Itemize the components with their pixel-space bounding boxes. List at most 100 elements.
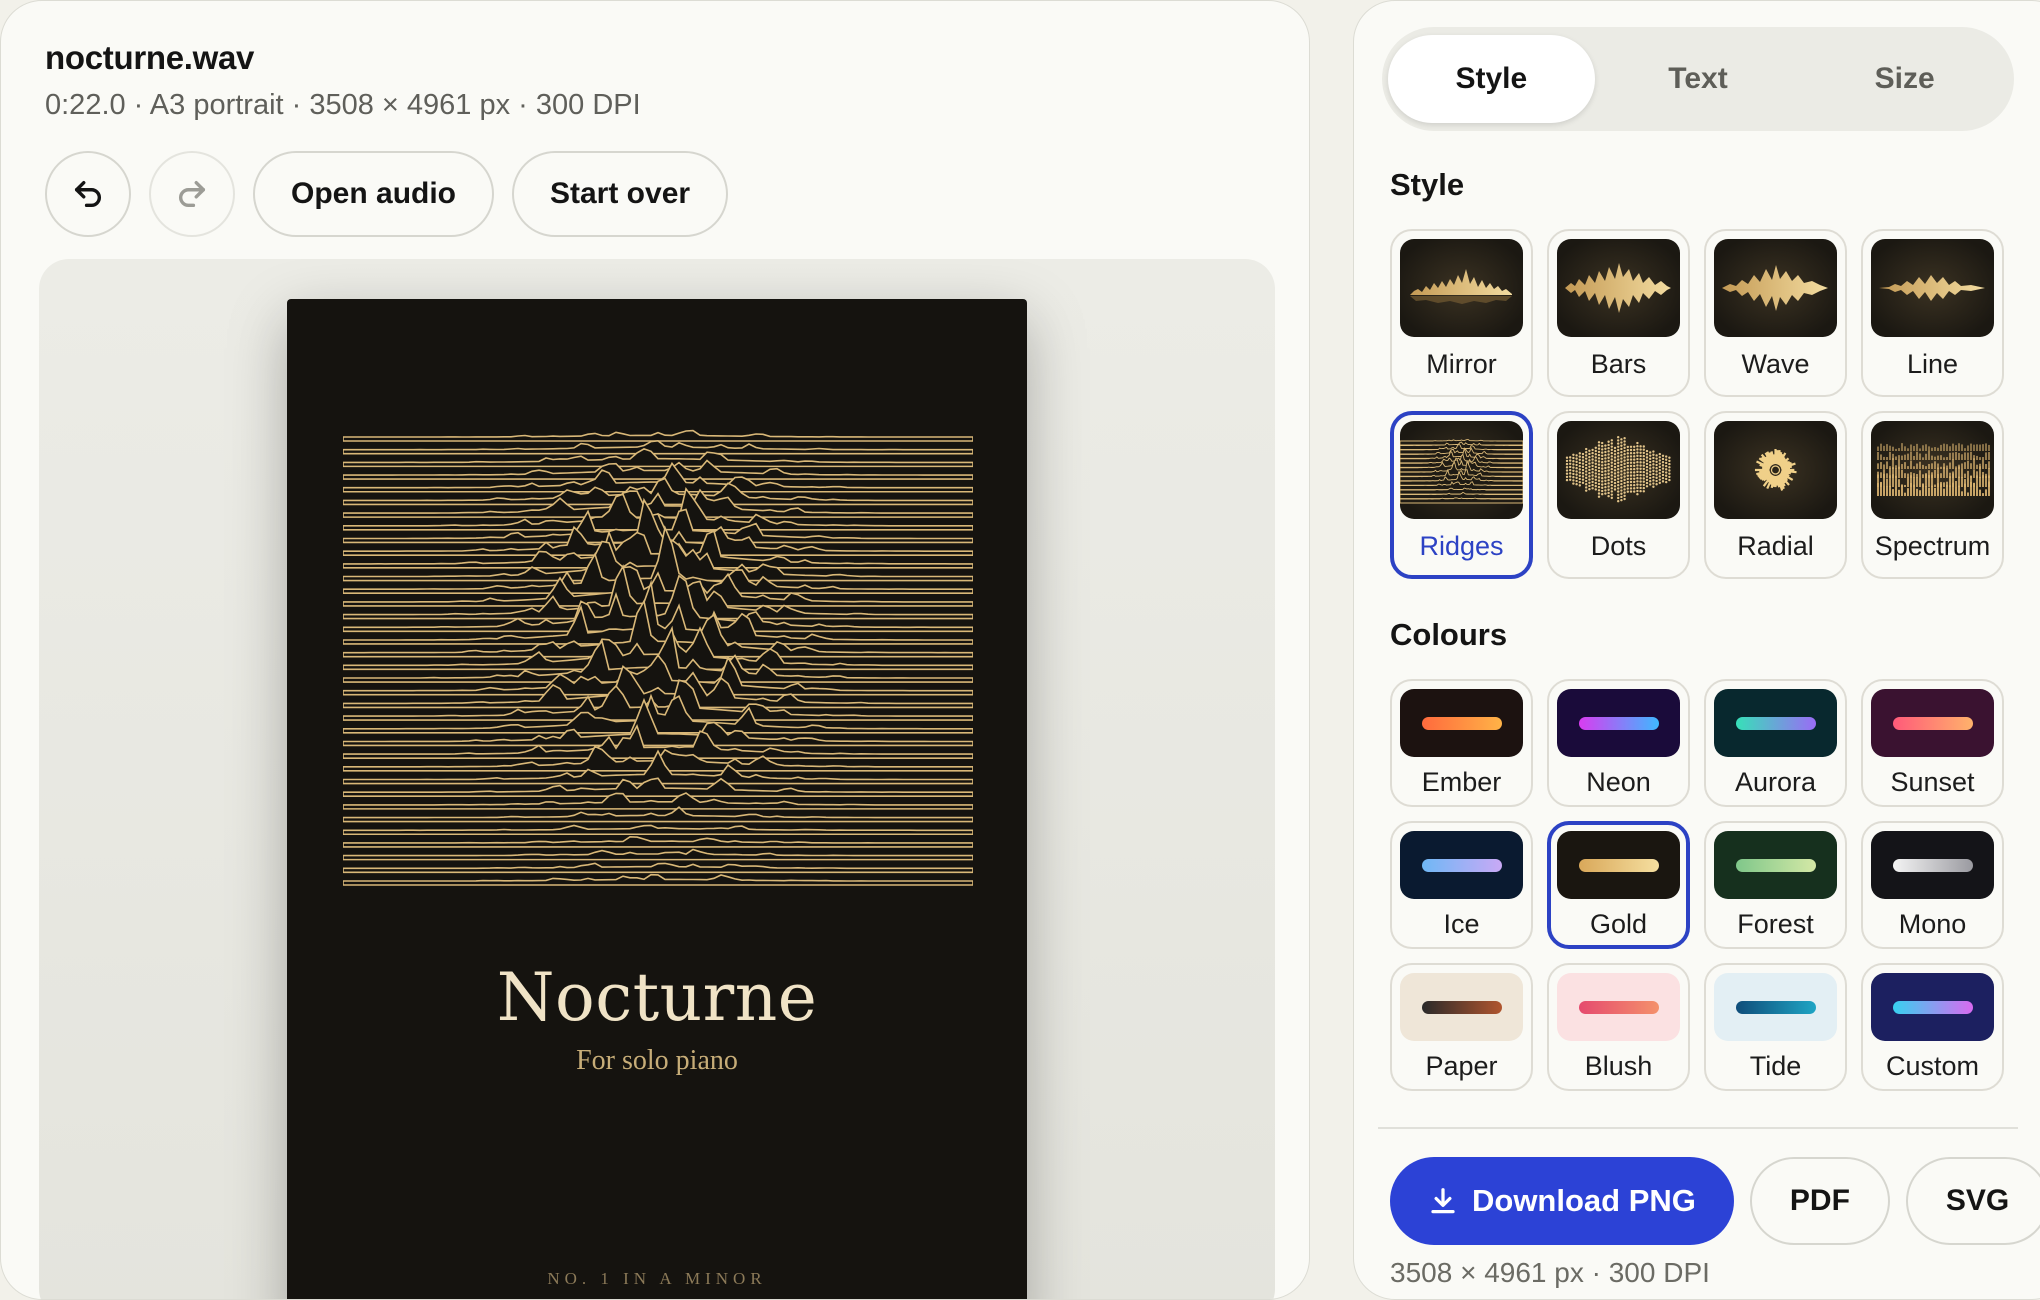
dot-mark bbox=[1604, 463, 1607, 466]
colour-option-aurora[interactable]: Aurora bbox=[1704, 679, 1847, 807]
spectrum-bar bbox=[1901, 443, 1903, 451]
spectrum-bar bbox=[1979, 489, 1981, 496]
dot-mark bbox=[1601, 445, 1604, 448]
dot-mark bbox=[1668, 475, 1671, 479]
style-option-line[interactable]: Line bbox=[1861, 229, 2004, 397]
spectrum-bar bbox=[1967, 445, 1969, 451]
dot-mark bbox=[1607, 456, 1610, 459]
dot-mark bbox=[1661, 470, 1665, 473]
dot-mark bbox=[1604, 453, 1607, 457]
dot-mark bbox=[1633, 455, 1636, 458]
spectrum-bar bbox=[1877, 451, 1879, 460]
spectrum-bar bbox=[1904, 492, 1906, 496]
dot-mark bbox=[1585, 460, 1588, 464]
spectrum-bar bbox=[1925, 473, 1927, 487]
dot-mark bbox=[1565, 475, 1569, 479]
spectrum-bar bbox=[1934, 461, 1936, 469]
spectrum-bar bbox=[1907, 453, 1909, 460]
spectrum-bar bbox=[1889, 475, 1891, 487]
spectrum-preview bbox=[1877, 443, 1990, 496]
bars-thumbnail bbox=[1557, 239, 1680, 337]
dot-mark bbox=[1594, 469, 1597, 472]
dot-mark bbox=[1655, 454, 1658, 457]
spectrum-bar bbox=[1955, 481, 1957, 487]
dot-mark bbox=[1645, 465, 1649, 469]
dot-mark bbox=[1604, 447, 1607, 450]
colour-option-label: Neon bbox=[1586, 767, 1651, 797]
spectrum-bar bbox=[1889, 485, 1891, 496]
dot-mark bbox=[1569, 472, 1572, 475]
open-audio-button[interactable]: Open audio bbox=[253, 151, 494, 237]
spectrum-bar bbox=[1919, 477, 1921, 487]
colour-option-label: Blush bbox=[1584, 1051, 1653, 1081]
spectrum-bar bbox=[1898, 466, 1900, 478]
dot-mark bbox=[1620, 492, 1623, 495]
ridge-line bbox=[343, 565, 973, 607]
style-option-radial[interactable]: Radial bbox=[1704, 411, 1847, 579]
dot-mark bbox=[1639, 489, 1642, 493]
dot-mark bbox=[1610, 445, 1613, 448]
colour-option-mono[interactable]: Mono bbox=[1861, 821, 2004, 949]
download-png-button[interactable]: Download PNG bbox=[1390, 1157, 1734, 1245]
spectrum-bar bbox=[1952, 459, 1954, 469]
colour-option-ember[interactable]: Ember bbox=[1390, 679, 1533, 807]
spectrum-bar bbox=[1880, 472, 1882, 478]
dot-mark bbox=[1613, 485, 1617, 488]
dot-mark bbox=[1629, 448, 1633, 452]
dot-mark bbox=[1623, 449, 1626, 453]
mirror-thumbnail bbox=[1400, 239, 1523, 337]
spectrum-bar bbox=[1916, 443, 1918, 451]
dot-mark bbox=[1591, 483, 1594, 487]
style-option-ridges[interactable]: Ridges bbox=[1390, 411, 1533, 579]
dot-mark bbox=[1658, 462, 1661, 465]
colour-option-gold[interactable]: Gold bbox=[1547, 821, 1690, 949]
dot-mark bbox=[1645, 469, 1649, 472]
start-over-button[interactable]: Start over bbox=[512, 151, 729, 237]
spectrum-bar bbox=[1901, 464, 1903, 469]
colour-option-sunset[interactable]: Sunset bbox=[1861, 679, 2004, 807]
colour-option-tide[interactable]: Tide bbox=[1704, 963, 1847, 1091]
colour-option-blush[interactable]: Blush bbox=[1547, 963, 1690, 1091]
colour-option-neon[interactable]: Neon bbox=[1547, 679, 1690, 807]
tab-style[interactable]: Style bbox=[1388, 35, 1595, 123]
dot-mark bbox=[1658, 456, 1661, 459]
style-option-dots[interactable]: Dots bbox=[1547, 411, 1690, 579]
spectrum-bar bbox=[1934, 484, 1936, 487]
dot-mark bbox=[1578, 455, 1581, 458]
colour-option-forest[interactable]: Forest bbox=[1704, 821, 1847, 949]
spectrum-bar bbox=[1958, 443, 1960, 451]
colour-option-custom[interactable]: Custom bbox=[1861, 963, 2004, 1091]
spectrum-bar bbox=[1901, 485, 1903, 496]
dot-mark bbox=[1620, 482, 1623, 486]
style-option-mirror[interactable]: Mirror bbox=[1390, 229, 1533, 397]
style-option-wave[interactable]: Wave bbox=[1704, 229, 1847, 397]
spectrum-bar bbox=[1895, 456, 1897, 460]
colour-swatch bbox=[1714, 689, 1837, 757]
spectrum-bar bbox=[1934, 487, 1936, 496]
spectrum-bar bbox=[1940, 473, 1942, 478]
undo-button[interactable] bbox=[45, 151, 131, 237]
tab-text[interactable]: Text bbox=[1595, 35, 1802, 123]
dot-mark bbox=[1652, 456, 1655, 460]
colour-option-label: Gold bbox=[1589, 909, 1648, 939]
dot-mark bbox=[1620, 438, 1623, 441]
colour-option-paper[interactable]: Paper bbox=[1390, 963, 1533, 1091]
dot-mark bbox=[1607, 446, 1610, 450]
tab-size[interactable]: Size bbox=[1801, 35, 2008, 123]
dot-mark bbox=[1623, 456, 1626, 459]
radial-spike bbox=[1781, 467, 1791, 471]
dot-mark bbox=[1617, 448, 1620, 452]
dot-mark bbox=[1585, 486, 1588, 489]
dot-mark bbox=[1604, 485, 1607, 489]
pdf-button[interactable]: PDF bbox=[1749, 1157, 1890, 1245]
style-option-spectrum[interactable]: Spectrum bbox=[1861, 411, 2004, 579]
dot-mark bbox=[1569, 478, 1572, 481]
svg-button[interactable]: SVG bbox=[1905, 1157, 2040, 1245]
dot-mark bbox=[1610, 442, 1613, 445]
style-option-bars[interactable]: Bars bbox=[1547, 229, 1690, 397]
dot-mark bbox=[1617, 477, 1620, 481]
colour-option-ice[interactable]: Ice bbox=[1390, 821, 1533, 949]
ridges-thumbnail bbox=[1400, 421, 1523, 519]
redo-button[interactable] bbox=[149, 151, 235, 237]
spectrum-bar bbox=[1910, 444, 1912, 451]
